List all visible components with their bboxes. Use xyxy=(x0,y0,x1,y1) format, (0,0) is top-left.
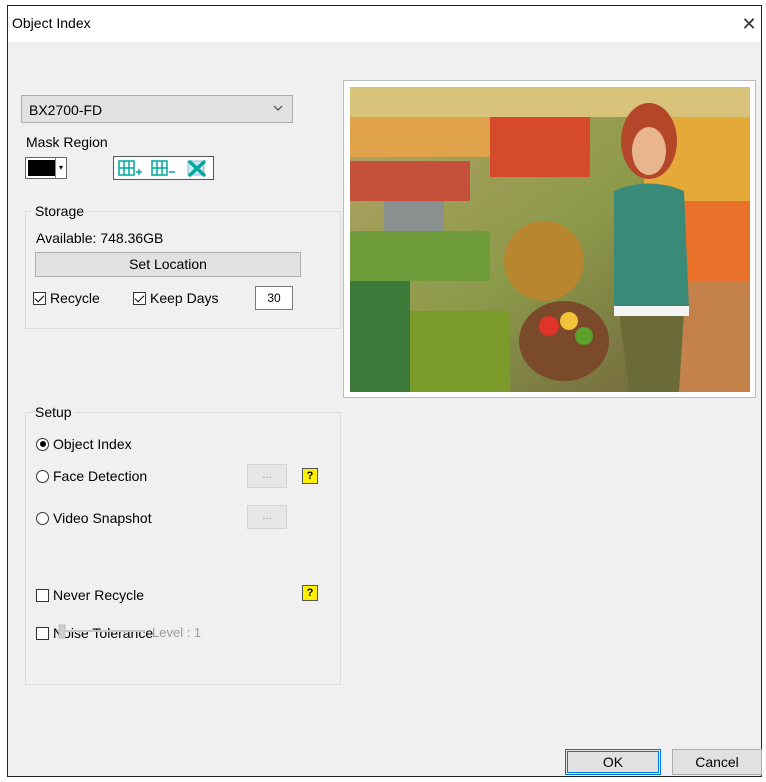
set-location-button[interactable]: Set Location xyxy=(35,252,301,277)
video-snapshot-settings-button[interactable]: ... xyxy=(247,505,287,529)
setup-group: Setup xyxy=(25,404,341,685)
never-recycle-label: Never Recycle xyxy=(53,587,145,603)
grid-add-icon[interactable] xyxy=(114,157,147,179)
cancel-button[interactable]: Cancel xyxy=(672,749,762,775)
chevron-down-icon xyxy=(272,100,284,119)
radio-face-detection-button[interactable] xyxy=(36,469,49,483)
clear-mask-icon[interactable] xyxy=(180,157,213,179)
never-recycle-checkbox[interactable]: Never Recycle xyxy=(36,587,144,603)
radio-video-snapshot-button[interactable] xyxy=(36,511,49,525)
close-icon[interactable]: ✕ xyxy=(737,14,761,34)
never-recycle-help-icon[interactable]: ? xyxy=(302,585,318,601)
radio-face-detection[interactable]: Face Detection xyxy=(36,468,147,484)
mask-color-swatch xyxy=(28,160,56,176)
face-detection-settings-button[interactable]: ... xyxy=(247,464,287,488)
radio-object-index-button[interactable] xyxy=(36,437,49,451)
never-recycle-checkbox-box[interactable] xyxy=(36,588,49,602)
recycle-label: Recycle xyxy=(50,290,100,306)
available-space: Available: 748.36GB xyxy=(36,230,164,246)
keep-days-label: Keep Days xyxy=(150,290,219,306)
noise-tolerance-checkbox-box[interactable] xyxy=(36,626,49,640)
title-bar: Object Index ✕ xyxy=(8,6,761,42)
radio-object-index[interactable]: Object Index xyxy=(36,436,132,452)
grid-remove-icon[interactable] xyxy=(147,157,180,179)
camera-select-value: BX2700-FD xyxy=(29,102,103,118)
radio-video-snapshot-label: Video Snapshot xyxy=(53,510,152,526)
recycle-checkbox[interactable]: Recycle xyxy=(33,290,100,306)
keep-days-checkbox[interactable]: Keep Days xyxy=(133,290,218,306)
camera-preview xyxy=(343,80,756,398)
mask-region-label: Mask Region xyxy=(26,134,108,150)
caret-down-icon[interactable]: ▾ xyxy=(55,158,66,178)
mask-color-picker[interactable]: ▾ xyxy=(25,157,67,179)
ok-button[interactable]: OK xyxy=(565,749,661,775)
noise-level-label: Level : 1 xyxy=(152,625,202,640)
mask-tool-group xyxy=(113,156,214,180)
storage-title: Storage xyxy=(32,203,88,219)
recycle-checkbox-box[interactable] xyxy=(33,291,46,305)
keep-days-input[interactable]: 30 xyxy=(255,286,293,310)
camera-select[interactable]: BX2700-FD xyxy=(21,95,293,123)
keep-days-checkbox-box[interactable] xyxy=(133,291,146,305)
radio-video-snapshot[interactable]: Video Snapshot xyxy=(36,510,152,526)
radio-face-detection-label: Face Detection xyxy=(53,468,148,484)
preview-image xyxy=(350,87,750,392)
radio-object-index-label: Object Index xyxy=(53,436,132,452)
window-title: Object Index xyxy=(12,15,91,31)
ok-button-label: OK xyxy=(567,751,659,773)
setup-title: Setup xyxy=(32,404,75,420)
face-detection-help-icon[interactable]: ? xyxy=(302,468,318,484)
noise-level-slider[interactable] xyxy=(57,623,147,639)
